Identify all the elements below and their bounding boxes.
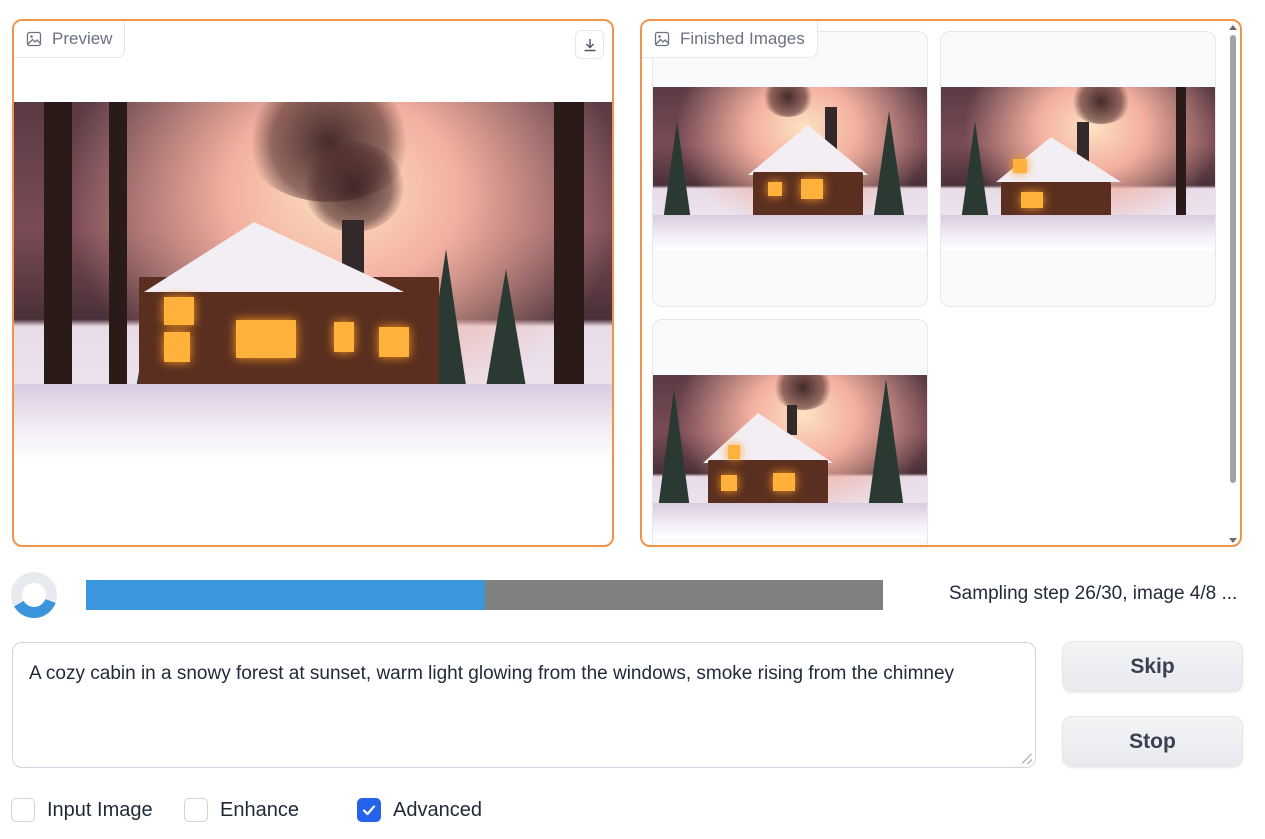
preview-label-text: Preview [52,29,113,48]
image-icon [654,31,670,47]
download-icon [584,38,595,51]
thumbnail-image [941,87,1215,251]
finished-images-label-text: Finished Images [680,29,805,48]
finished-image-thumbnail[interactable] [940,31,1216,307]
finished-images-scrollbar[interactable] [1228,25,1238,543]
scroll-up-arrow-icon[interactable] [1229,25,1237,30]
skip-button[interactable]: Skip [1062,641,1243,692]
progress-bar-fill [86,580,485,610]
finished-image-thumbnail[interactable] [652,319,928,545]
prompt-text: A cozy cabin in a snowy forest at sunset… [29,663,955,684]
enhance-option[interactable]: Enhance [184,795,299,825]
finished-images-panel: Finished Images [640,19,1242,547]
resize-grip-icon[interactable] [1022,754,1032,764]
finished-image-thumbnail[interactable] [652,31,928,307]
download-button[interactable] [575,30,604,59]
enhance-checkbox[interactable] [184,798,208,822]
preview-panel: Preview [12,19,614,547]
advanced-option[interactable]: Advanced [357,795,482,825]
finished-images-label: Finished Images [642,21,818,58]
thumbnail-image [653,375,927,539]
input-image-checkbox[interactable] [11,798,35,822]
input-image-label: Input Image [47,798,153,821]
progress-bar [86,580,883,610]
advanced-checkbox[interactable] [357,798,381,822]
preview-label: Preview [14,21,126,58]
input-image-option[interactable]: Input Image [11,795,153,825]
scroll-down-arrow-icon[interactable] [1229,538,1237,543]
prompt-textarea[interactable]: A cozy cabin in a snowy forest at sunset… [12,642,1036,768]
image-icon [26,31,42,47]
checkmark-icon [362,805,376,816]
thumbnail-image [653,87,927,251]
preview-image [14,102,612,464]
loading-spinner [11,572,57,618]
stop-button[interactable]: Stop [1062,716,1243,767]
advanced-label: Advanced [393,798,482,821]
progress-status-text: Sampling step 26/30, image 4/8 ... [949,583,1238,604]
scrollbar-thumb[interactable] [1230,35,1236,483]
enhance-label: Enhance [220,798,299,821]
